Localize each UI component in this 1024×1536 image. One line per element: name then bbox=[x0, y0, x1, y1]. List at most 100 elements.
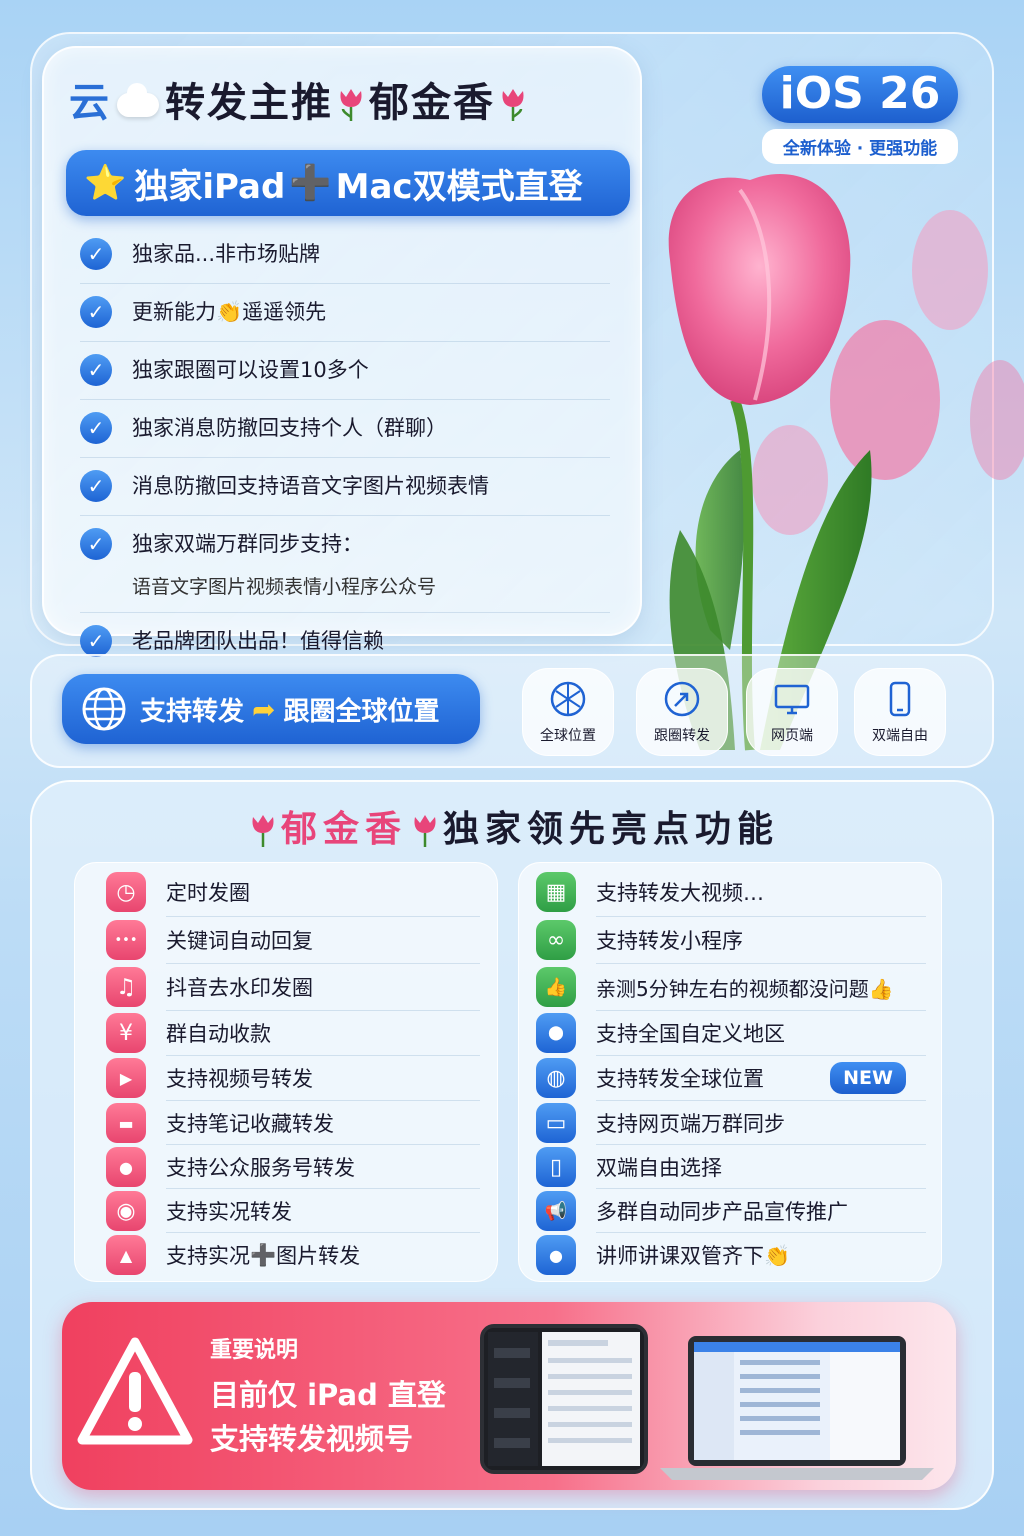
list-item: ¥ 群自动收款 bbox=[106, 1011, 271, 1055]
forward-location-pill[interactable]: 支持转发 ➦ 跟圈全球位置 bbox=[62, 674, 480, 744]
ios-tagline: 全新体验 · 更强功能 bbox=[762, 129, 958, 164]
tile-dual-device[interactable]: 双端自由 bbox=[854, 668, 946, 756]
pill-text-a: 支持转发 bbox=[140, 696, 245, 727]
list-item-label: 支持实况转发 bbox=[166, 1200, 292, 1224]
monitor-icon bbox=[774, 684, 810, 715]
list-item-label: 多群自动同步产品宣传推广 bbox=[596, 1200, 848, 1224]
brand-name: 郁金香 bbox=[369, 80, 495, 126]
image-icon: ▲ bbox=[106, 1235, 146, 1275]
divider bbox=[596, 963, 926, 964]
ios-version: iOS 26 bbox=[762, 66, 958, 123]
list-item: ⬤ 支持全国自定义地区 bbox=[536, 1011, 785, 1055]
list-item-label: 关键词自动回复 bbox=[166, 929, 313, 953]
warning-icon bbox=[77, 1337, 193, 1445]
phone-icon: ▯ bbox=[536, 1147, 576, 1187]
tile-global-location[interactable]: 全球位置 bbox=[522, 668, 614, 756]
feature-text: 独家消息防撤回支持个人（群聊） bbox=[132, 416, 447, 440]
clock-icon: ◷ bbox=[106, 872, 146, 912]
list-item-label: 支持网页端万群同步 bbox=[596, 1112, 785, 1136]
feature-item: ✓ 独家跟圈可以设置10多个 bbox=[80, 342, 610, 400]
list-item: 📢 多群自动同步产品宣传推广 bbox=[536, 1189, 848, 1233]
list-item-label: 支持实况 bbox=[166, 1244, 250, 1268]
list-item-label: 双端自由选择 bbox=[596, 1156, 722, 1180]
list-item-label: 支持转发全球位置 bbox=[596, 1067, 764, 1091]
teacher-icon: ● bbox=[536, 1235, 576, 1275]
music-note-icon: ♫ bbox=[106, 967, 146, 1007]
check-icon: ✓ bbox=[80, 354, 112, 386]
check-icon: ✓ bbox=[80, 470, 112, 502]
macbook-screenshot-icon bbox=[660, 1336, 934, 1480]
feature-item: ✓ 独家消息防撤回支持个人（群聊） bbox=[80, 400, 610, 458]
divider bbox=[596, 916, 926, 917]
tile-label: 跟圈转发 bbox=[654, 728, 710, 744]
play-icon: ▶ bbox=[106, 1058, 146, 1098]
banner-text-b: Mac双模式直登 bbox=[335, 166, 583, 207]
globe-icon bbox=[82, 687, 126, 731]
pill-text-b: 跟圈全球位置 bbox=[283, 696, 440, 727]
list-item-label: 群自动收款 bbox=[166, 1022, 271, 1046]
section-title: 郁金香 独家领先亮点功能 bbox=[0, 800, 1024, 852]
ipad-screenshot-icon bbox=[480, 1324, 648, 1474]
tulip-icon bbox=[414, 815, 436, 847]
feature-list: ✓ 独家品...非市场贴牌 ✓ 更新能力👏遥遥领先 ✓ 独家跟圈可以设置10多个 ✓ 独… bbox=[80, 226, 610, 670]
star-icon: ⭐ bbox=[84, 163, 127, 203]
list-item: ▯ 双端自由选择 bbox=[536, 1145, 722, 1189]
feature-text: 独家品...非市场贴牌 bbox=[132, 242, 321, 266]
list-item-label: 定时发圈 bbox=[166, 881, 250, 905]
list-item: ▭ 支持网页端万群同步 bbox=[536, 1101, 785, 1145]
feature-text: 独家双端万群同步支持： bbox=[132, 532, 363, 556]
tulip-icon bbox=[340, 89, 362, 121]
list-item: ◷ 定时发圈 bbox=[106, 870, 250, 914]
arrow-icon: ➦ bbox=[252, 692, 276, 726]
money-bag-icon: ¥ bbox=[106, 1013, 146, 1053]
mini-program-icon: ∞ bbox=[536, 920, 576, 960]
tile-label: 全球位置 bbox=[540, 728, 596, 744]
title-text: 转发主推 bbox=[165, 80, 333, 126]
divider bbox=[166, 916, 480, 917]
check-icon: ✓ bbox=[80, 412, 112, 444]
cloud-word: 云 bbox=[69, 80, 111, 126]
feature-text: 更新能力👏遥遥领先 bbox=[132, 300, 327, 324]
tile-label: 网页端 bbox=[771, 728, 813, 744]
list-item: ▦ 支持转发大视频… bbox=[536, 870, 764, 914]
list-item-label: 讲师讲课双管齐下👏 bbox=[596, 1244, 791, 1268]
list-item: ▶ 支持视频号转发 bbox=[106, 1056, 313, 1100]
check-icon: ✓ bbox=[80, 528, 112, 560]
list-item-label: 支持公众服务号转发 bbox=[166, 1156, 355, 1180]
list-item: ♫ 抖音去水印发圈 bbox=[106, 965, 313, 1009]
list-item-label: 抖音去水印发圈 bbox=[166, 976, 313, 1000]
notice-label: 重要说明 bbox=[210, 1338, 299, 1363]
list-item: 👍 亲测5分钟左右的视频都没问题👍 bbox=[536, 965, 894, 1009]
phone-icon bbox=[889, 681, 911, 717]
megaphone-icon: 📢 bbox=[536, 1191, 576, 1231]
list-item: ◉ 支持实况转发 bbox=[106, 1189, 292, 1233]
location-pin-icon: ⬤ bbox=[536, 1013, 576, 1053]
section-title-text: 独家领先亮点功能 bbox=[443, 809, 780, 850]
tile-web[interactable]: 网页端 bbox=[746, 668, 838, 756]
check-icon: ✓ bbox=[80, 238, 112, 270]
page-title: 云 转发主推 郁金香 bbox=[0, 70, 600, 128]
section-brand: 郁金香 bbox=[280, 809, 407, 850]
list-item-label: 支持笔记收藏转发 bbox=[166, 1112, 334, 1136]
notice-line-1: 目前仅 iPad 直登 bbox=[210, 1378, 446, 1412]
feature-text: 老品牌团队出品！值得信赖 bbox=[132, 629, 384, 653]
list-item: ◍ 支持转发全球位置 bbox=[536, 1056, 764, 1100]
chat-bubble-icon: ••• bbox=[106, 920, 146, 960]
feature-item: ✓ 更新能力👏遥遥领先 bbox=[80, 284, 610, 342]
tulip-icon bbox=[252, 815, 274, 847]
cloud-icon bbox=[117, 83, 159, 117]
feature-item: ✓ 独家双端万群同步支持： 语音文字图片视频表情小程序公众号 bbox=[80, 516, 610, 613]
notice-line-2: 支持转发视频号 bbox=[210, 1422, 414, 1456]
film-icon: ▦ bbox=[536, 872, 576, 912]
list-item: ∞ 支持转发小程序 bbox=[536, 918, 743, 962]
check-icon: ✓ bbox=[80, 625, 112, 657]
ipad-mac-banner: ⭐ 独家iPad ➕ Mac双模式直登 bbox=[66, 150, 630, 216]
person-icon: ● bbox=[106, 1147, 146, 1187]
list-item-label: 支持视频号转发 bbox=[166, 1067, 313, 1091]
globe-icon bbox=[550, 681, 586, 717]
list-item: ● 讲师讲课双管齐下👏 bbox=[536, 1233, 790, 1277]
thumbs-up-icon: 👍 bbox=[536, 967, 576, 1007]
banner-text-a: 独家iPad bbox=[134, 166, 286, 207]
tile-moments-forward[interactable]: 跟圈转发 bbox=[636, 668, 728, 756]
divider bbox=[166, 963, 480, 964]
